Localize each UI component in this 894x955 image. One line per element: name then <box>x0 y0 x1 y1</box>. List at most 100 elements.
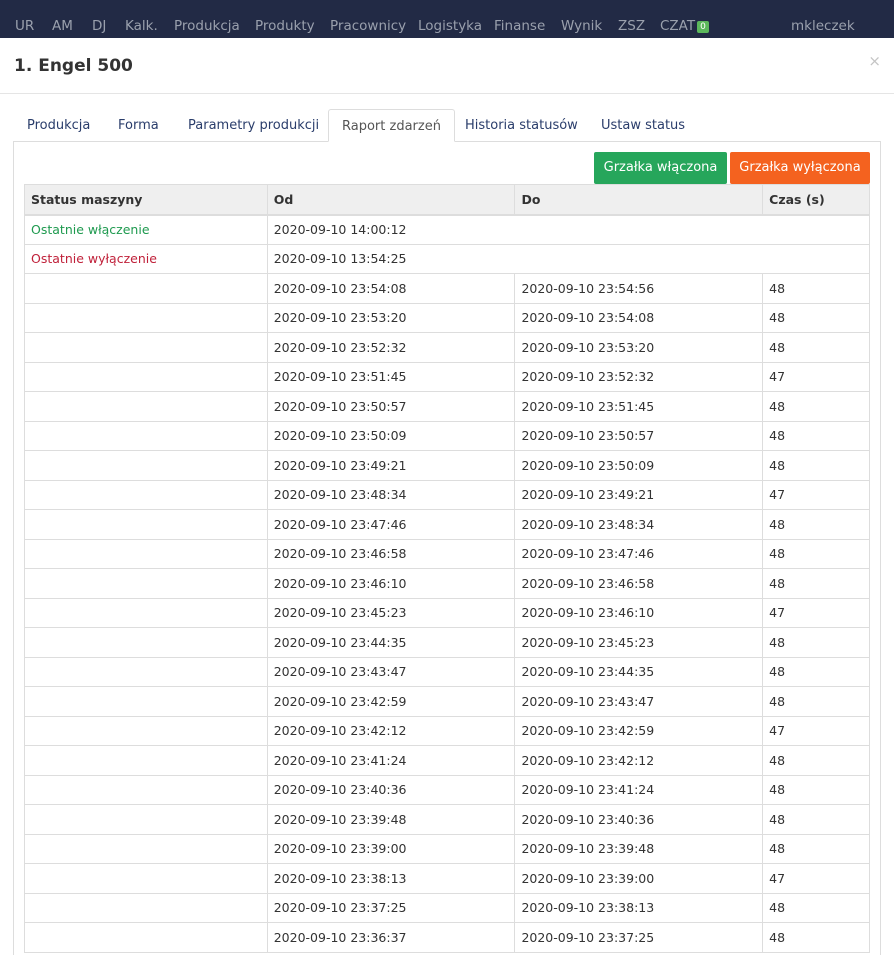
nav-item-ur[interactable]: UR <box>15 18 34 34</box>
cell-czas: 48 <box>762 391 870 422</box>
table-row: 2020-09-10 23:37:25 2020-09-10 23:38:13 48 <box>24 892 870 923</box>
cell-czas: 47 <box>762 361 870 392</box>
cell-do: 2020-09-10 23:41:24 <box>514 774 764 805</box>
table-row: 2020-09-10 23:46:10 2020-09-10 23:46:58 48 <box>24 568 870 599</box>
table-row: 2020-09-10 23:52:32 2020-09-10 23:53:20 48 <box>24 332 870 363</box>
cell-od: 2020-09-10 23:48:34 <box>266 479 516 510</box>
tab-historia-statusow[interactable]: Historia statusów <box>465 109 578 142</box>
nav-item-pracownicy[interactable]: Pracownicy <box>330 18 406 34</box>
nav-item-czat[interactable]: CZAT 0 <box>660 18 709 34</box>
table-row: 2020-09-10 23:50:09 2020-09-10 23:50:57 48 <box>24 420 870 451</box>
cell-status <box>24 302 268 333</box>
cell-do: 2020-09-10 23:51:45 <box>514 391 764 422</box>
cell-czas: 48 <box>762 656 870 687</box>
cell-status <box>24 391 268 422</box>
cell-status <box>24 922 268 953</box>
table-row: 2020-09-10 23:39:48 2020-09-10 23:40:36 48 <box>24 804 870 835</box>
cell-od: 2020-09-10 23:40:36 <box>266 774 516 805</box>
nav-item-produkcja[interactable]: Produkcja <box>174 18 240 34</box>
summary-row-last-off: Ostatnie wyłączenie 2020-09-10 13:54:25 <box>24 243 871 274</box>
cell-od: 2020-09-10 23:37:25 <box>266 892 516 923</box>
cell-status <box>24 774 268 805</box>
cell-od: 2020-09-10 23:50:09 <box>266 420 516 451</box>
cell-od: 2020-09-10 23:36:37 <box>266 922 516 953</box>
cell-status <box>24 450 268 481</box>
cell-czas: 48 <box>762 420 870 451</box>
cell-do: 2020-09-10 23:45:23 <box>514 627 764 658</box>
cell-status <box>24 686 268 717</box>
cell-do: 2020-09-10 23:46:10 <box>514 597 764 628</box>
nav-item-kalk[interactable]: Kalk. <box>125 18 158 34</box>
tab-raport-zdarzen[interactable]: Raport zdarzeń <box>328 109 455 142</box>
tab-produkcja[interactable]: Produkcja <box>27 109 90 142</box>
cell-do: 2020-09-10 23:49:21 <box>514 479 764 510</box>
table-header-row: Status maszyny Od Do Czas (s) <box>24 184 870 216</box>
cell-od: 2020-09-10 23:39:48 <box>266 804 516 835</box>
cell-status <box>24 332 268 363</box>
cell-status <box>24 568 268 599</box>
cell-last-off-od: 2020-09-10 13:54:25 <box>266 243 871 274</box>
table-row: 2020-09-10 23:36:37 2020-09-10 23:37:25 48 <box>24 922 870 953</box>
cell-status <box>24 892 268 923</box>
cell-czas: 48 <box>762 922 870 953</box>
cell-czas: 48 <box>762 627 870 658</box>
cell-czas: 48 <box>762 509 870 540</box>
cell-status <box>24 656 268 687</box>
table-row: 2020-09-10 23:42:59 2020-09-10 23:43:47 48 <box>24 686 870 717</box>
nav-item-zsz[interactable]: ZSZ <box>618 18 645 34</box>
events-table: Status maszyny Od Do Czas (s) Ostatnie w… <box>24 184 871 953</box>
cell-czas: 48 <box>762 302 870 333</box>
user-menu[interactable]: mkleczek <box>791 18 855 34</box>
cell-do: 2020-09-10 23:42:12 <box>514 745 764 776</box>
cell-do: 2020-09-10 23:43:47 <box>514 686 764 717</box>
nav-item-finanse[interactable]: Finanse <box>494 18 545 34</box>
cell-status <box>24 361 268 392</box>
table-row: 2020-09-10 23:48:34 2020-09-10 23:49:21 47 <box>24 479 870 510</box>
heater-on-button[interactable]: Grzałka włączona <box>594 152 727 184</box>
cell-od: 2020-09-10 23:42:59 <box>266 686 516 717</box>
cell-status <box>24 833 268 864</box>
table-row: 2020-09-10 23:47:46 2020-09-10 23:48:34 48 <box>24 509 870 540</box>
status-last-off: Ostatnie wyłączenie <box>24 243 268 274</box>
cell-od: 2020-09-10 23:45:23 <box>266 597 516 628</box>
nav-item-produkty[interactable]: Produkty <box>255 18 315 34</box>
column-header-do: Do <box>514 184 764 216</box>
cell-status <box>24 479 268 510</box>
cell-czas: 48 <box>762 273 870 304</box>
tab-ustaw-status[interactable]: Ustaw status <box>601 109 685 142</box>
table-row: 2020-09-10 23:43:47 2020-09-10 23:44:35 48 <box>24 656 870 687</box>
nav-item-logistyka[interactable]: Logistyka <box>418 18 482 34</box>
cell-do: 2020-09-10 23:47:46 <box>514 538 764 569</box>
cell-od: 2020-09-10 23:39:00 <box>266 833 516 864</box>
tab-parametry-produkcji[interactable]: Parametry produkcji <box>188 109 319 142</box>
cell-od: 2020-09-10 23:42:12 <box>266 715 516 746</box>
column-header-od: Od <box>266 184 516 216</box>
cell-czas: 47 <box>762 863 870 894</box>
cell-od: 2020-09-10 23:50:57 <box>266 391 516 422</box>
table-row: 2020-09-10 23:53:20 2020-09-10 23:54:08 48 <box>24 302 870 333</box>
table-row: 2020-09-10 23:46:58 2020-09-10 23:47:46 48 <box>24 538 870 569</box>
nav-item-dj[interactable]: DJ <box>92 18 106 34</box>
table-row: 2020-09-10 23:54:08 2020-09-10 23:54:56 48 <box>24 273 870 304</box>
status-last-on: Ostatnie włączenie <box>24 214 268 245</box>
cell-status <box>24 863 268 894</box>
cell-od: 2020-09-10 23:53:20 <box>266 302 516 333</box>
cell-od: 2020-09-10 23:49:21 <box>266 450 516 481</box>
close-icon[interactable]: × <box>868 52 881 70</box>
table-row: 2020-09-10 23:51:45 2020-09-10 23:52:32 47 <box>24 361 870 392</box>
nav-item-am[interactable]: AM <box>52 18 73 34</box>
nav-item-wynik[interactable]: Wynik <box>561 18 602 34</box>
cell-czas: 47 <box>762 597 870 628</box>
cell-czas: 48 <box>762 568 870 599</box>
heater-off-button[interactable]: Grzałka wyłączona <box>730 152 870 184</box>
cell-do: 2020-09-10 23:52:32 <box>514 361 764 392</box>
table-row: 2020-09-10 23:50:57 2020-09-10 23:51:45 48 <box>24 391 870 422</box>
tab-forma[interactable]: Forma <box>118 109 159 142</box>
cell-czas: 47 <box>762 715 870 746</box>
cell-status <box>24 509 268 540</box>
cell-czas: 48 <box>762 450 870 481</box>
cell-od: 2020-09-10 23:38:13 <box>266 863 516 894</box>
cell-status <box>24 745 268 776</box>
cell-od: 2020-09-10 23:44:35 <box>266 627 516 658</box>
table-row: 2020-09-10 23:45:23 2020-09-10 23:46:10 47 <box>24 597 870 628</box>
